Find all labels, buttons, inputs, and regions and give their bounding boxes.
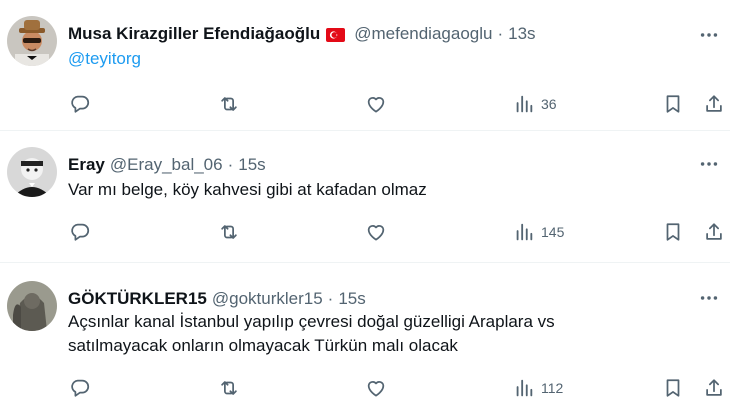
bookmark-icon[interactable]: [662, 221, 684, 243]
tweet-text-line: Açsınlar kanal İstanbul yapılıp çevresi …: [68, 312, 555, 331]
tweet-text[interactable]: @teyitorg: [68, 47, 141, 71]
view-count: 36: [541, 96, 557, 112]
heart-icon[interactable]: [365, 377, 387, 399]
retweet-icon[interactable]: [218, 377, 240, 399]
author-name[interactable]: GÖKTÜRKLER15: [68, 289, 207, 309]
separator: ·: [497, 24, 504, 43]
retweet-icon[interactable]: [218, 221, 240, 243]
tweet-text[interactable]: Açsınlar kanal İstanbul yapılıp çevresi …: [68, 310, 555, 358]
share-icon[interactable]: [703, 221, 725, 243]
timestamp[interactable]: 15s: [238, 155, 265, 175]
avatar[interactable]: [7, 281, 57, 331]
separator: ·: [227, 155, 234, 174]
views-bar-chart-icon: [513, 93, 535, 115]
views-button[interactable]: 145: [513, 221, 564, 243]
reply-icon[interactable]: [69, 221, 91, 243]
author-handle[interactable]: @mefendiagaoglu: [354, 24, 492, 44]
view-count: 145: [541, 224, 565, 240]
bookmark-icon[interactable]: [662, 377, 684, 399]
view-count: 112: [541, 380, 564, 396]
share-icon[interactable]: [703, 93, 725, 115]
tweet-header: Musa Kirazgiller Efendiağaoğlu @mefendia…: [68, 23, 730, 45]
tweet-text-line: satılmayacak onların olmayacak Türkün ma…: [68, 336, 458, 355]
heart-icon[interactable]: [365, 93, 387, 115]
author-name[interactable]: Eray: [68, 155, 105, 175]
author-name[interactable]: Musa Kirazgiller Efendiağaoğlu: [68, 24, 320, 44]
timestamp[interactable]: 13s: [508, 24, 535, 44]
avatar[interactable]: [7, 147, 57, 197]
heart-icon[interactable]: [365, 221, 387, 243]
more-horizontal-icon[interactable]: [698, 153, 720, 180]
views-bar-chart-icon: [513, 377, 535, 399]
tweet-text[interactable]: Var mı belge, köy kahvesi gibi at kafada…: [68, 178, 427, 202]
separator: ·: [327, 289, 334, 308]
tweet[interactable]: Eray @Eray_bal_06 · 15s Var mı belge, kö…: [0, 131, 730, 263]
turkey-flag-icon: [326, 27, 346, 42]
author-handle[interactable]: @gokturkler15: [212, 289, 323, 309]
action-bar: 145: [0, 221, 730, 245]
action-bar: 36: [0, 93, 730, 117]
tweet[interactable]: GÖKTÜRKLER15 @gokturkler15 · 15s Açsınla…: [0, 263, 730, 420]
views-button[interactable]: 36: [513, 93, 557, 115]
author-handle[interactable]: @Eray_bal_06: [110, 155, 223, 175]
views-button[interactable]: 112: [513, 377, 563, 399]
tweet[interactable]: Musa Kirazgiller Efendiağaoğlu @mefendia…: [0, 0, 730, 131]
tweet-header: GÖKTÜRKLER15 @gokturkler15 · 15s: [68, 288, 730, 310]
timestamp[interactable]: 15s: [338, 289, 365, 309]
more-horizontal-icon[interactable]: [698, 24, 720, 51]
more-horizontal-icon[interactable]: [698, 287, 720, 314]
retweet-icon[interactable]: [218, 93, 240, 115]
tweet-header: Eray @Eray_bal_06 · 15s: [68, 154, 730, 176]
action-bar: 112: [0, 377, 730, 401]
views-bar-chart-icon: [513, 221, 535, 243]
share-icon[interactable]: [703, 377, 725, 399]
avatar[interactable]: [7, 16, 57, 66]
reply-icon[interactable]: [69, 93, 91, 115]
bookmark-icon[interactable]: [662, 93, 684, 115]
reply-icon[interactable]: [69, 377, 91, 399]
